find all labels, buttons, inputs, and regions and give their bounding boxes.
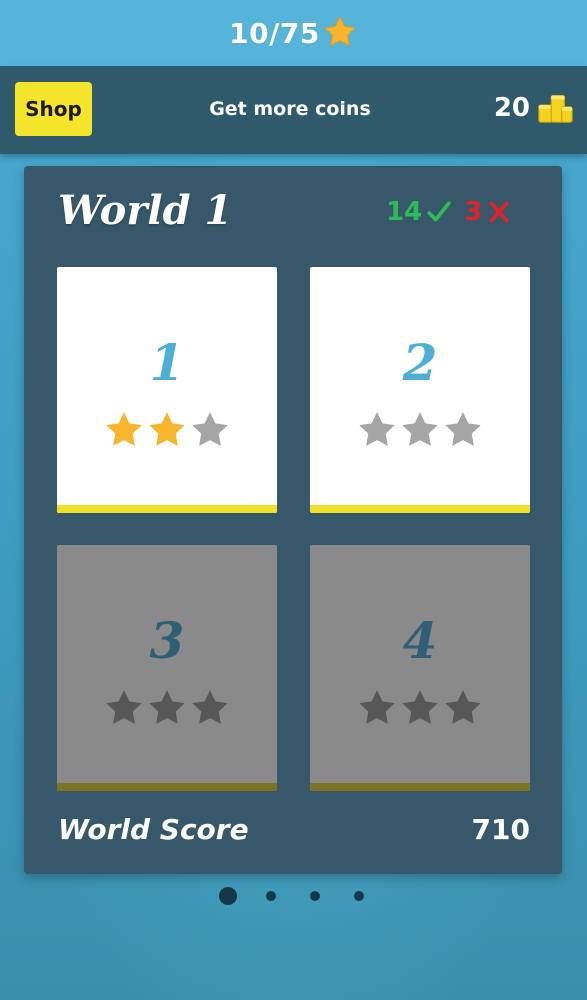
tile-accent-bar — [310, 505, 530, 513]
world-score-value: 710 — [471, 813, 530, 846]
world-title: World 1 — [58, 187, 233, 234]
world-panel: World 1 14 3 1 2 3 4 World Score 710 — [24, 166, 562, 874]
page-dot-active[interactable] — [219, 887, 237, 905]
tile-accent-bar — [57, 783, 277, 791]
world-stats: 14 3 — [386, 192, 536, 232]
level-number: 2 — [402, 333, 438, 392]
page-dot[interactable] — [266, 891, 276, 901]
empty-star-icon — [149, 690, 185, 724]
empty-star-icon — [106, 690, 142, 724]
tile-accent-bar — [57, 505, 277, 513]
level-stars — [356, 687, 484, 729]
star-icon — [324, 16, 356, 47]
empty-star-icon — [359, 412, 395, 446]
empty-star-icon — [402, 412, 438, 446]
level-tile-4[interactable]: 4 — [310, 545, 530, 791]
page-dot[interactable] — [310, 891, 320, 901]
coins-bar: Shop Get more coins 20 — [0, 66, 587, 154]
wrong-count: 3 — [464, 197, 483, 227]
stars-progress-bar: 10/75 — [0, 0, 587, 66]
correct-count: 14 — [386, 197, 423, 227]
coins-icon — [538, 95, 573, 123]
cross-icon — [489, 201, 509, 223]
level-number: 1 — [149, 333, 185, 392]
level-number: 3 — [149, 611, 185, 670]
tile-accent-bar — [310, 783, 530, 791]
world-score-label: World Score — [58, 813, 249, 846]
level-stars — [356, 409, 484, 451]
empty-star-icon — [359, 690, 395, 724]
empty-star-icon — [192, 412, 228, 446]
empty-star-icon — [402, 690, 438, 724]
level-stars — [103, 409, 231, 451]
empty-star-icon — [192, 690, 228, 724]
empty-star-icon — [445, 412, 481, 446]
level-stars — [103, 687, 231, 729]
page-dot[interactable] — [354, 891, 364, 901]
level-tile-2[interactable]: 2 — [310, 267, 530, 513]
stars-progress-text: 10/75 — [229, 16, 320, 50]
check-icon — [427, 201, 451, 222]
get-more-coins-link[interactable]: Get more coins — [180, 94, 400, 124]
empty-star-icon — [445, 690, 481, 724]
earned-star-icon — [106, 412, 142, 446]
coins-count: 20 — [493, 93, 530, 123]
level-number: 4 — [402, 611, 438, 670]
shop-button[interactable]: Shop — [15, 82, 92, 136]
level-tile-1[interactable]: 1 — [57, 267, 277, 513]
earned-star-icon — [149, 412, 185, 446]
level-tile-3[interactable]: 3 — [57, 545, 277, 791]
